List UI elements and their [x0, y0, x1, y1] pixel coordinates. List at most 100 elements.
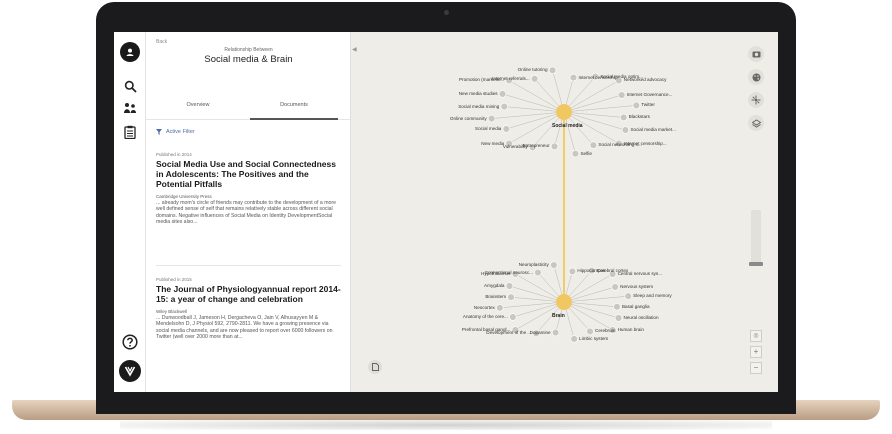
relationship-title: Social media & Brain	[204, 54, 293, 65]
graph-node[interactable]	[571, 149, 580, 158]
graph-node[interactable]	[614, 314, 623, 322]
user-icon[interactable]	[120, 42, 140, 62]
graph-node-label[interactable]: Online community	[450, 116, 487, 121]
graph-node[interactable]	[550, 261, 558, 269]
tab-overview[interactable]: Overview	[148, 102, 248, 108]
graph-node[interactable]	[548, 66, 557, 75]
layers-icon[interactable]	[748, 115, 764, 131]
tab-documents[interactable]: Documents	[244, 102, 344, 108]
relationship-graph[interactable]: Entrepreneur Vulnerability New media Social…	[354, 32, 778, 392]
graph-node-label[interactable]: Cerebrum	[595, 328, 615, 333]
graph-node-label[interactable]: Social media market...	[630, 127, 675, 132]
graph-node-label[interactable]: Basal ganglia	[622, 304, 650, 309]
graph-edge	[563, 80, 619, 113]
graph-node[interactable]	[620, 113, 628, 122]
graph-node-label[interactable]: Social media	[475, 126, 501, 131]
graph-node-label[interactable]: Neocortex	[474, 305, 495, 310]
graph-node-label[interactable]: New media studies	[459, 91, 498, 96]
graph-node-label[interactable]: Prefrontal basal gangl...	[462, 327, 511, 332]
graph-node[interactable]	[487, 114, 496, 123]
graph-node-label[interactable]: Central nervous sys...	[618, 271, 662, 276]
graph-node-label[interactable]: Nervous system	[620, 284, 653, 289]
graph-node[interactable]	[568, 267, 577, 276]
graph-node[interactable]	[509, 313, 517, 321]
graph-node-label[interactable]: New media	[481, 141, 504, 146]
laptop-shadow	[120, 420, 772, 430]
people-icon[interactable]	[120, 98, 140, 118]
graph-node-label[interactable]: Blackstars	[629, 114, 650, 119]
graph-node-label[interactable]: Social media mining	[458, 104, 499, 109]
graph-node[interactable]	[530, 75, 539, 83]
zoom-in-button[interactable]: +	[750, 346, 762, 358]
graph-node-label[interactable]: Connectional neurosc...	[485, 270, 533, 275]
back-link[interactable]: Back	[156, 39, 167, 45]
graph-node[interactable]	[624, 292, 632, 300]
hub-node-social-media[interactable]	[556, 104, 572, 120]
document-card[interactable]: Published in 2015 The Journal of Physiol…	[156, 277, 341, 341]
graph-node[interactable]	[498, 90, 507, 98]
graph-node[interactable]	[550, 142, 559, 151]
graph-node[interactable]	[502, 125, 511, 133]
icon-rail	[114, 32, 146, 392]
zoom-slider[interactable]	[751, 210, 761, 264]
graph-node-label[interactable]: Twitter	[641, 102, 655, 107]
graph-node[interactable]	[534, 268, 542, 277]
zoom-out-button[interactable]: −	[750, 362, 762, 374]
graph-edge	[563, 273, 613, 303]
graph-node-label[interactable]: Anatomy of the cere...	[463, 314, 508, 319]
app-screen: Back Relationship Between Social media &…	[114, 32, 778, 392]
graph-node-label[interactable]: Amygdala	[484, 283, 504, 288]
graph-node[interactable]	[569, 73, 578, 82]
relationship-caption: Relationship Between	[224, 47, 273, 53]
logo-icon[interactable]	[119, 360, 141, 382]
document-title[interactable]: Social Media Use and Social Connectednes…	[156, 159, 341, 189]
help-icon[interactable]	[120, 332, 140, 352]
graph-node-label[interactable]: Sleep and memory	[633, 293, 672, 298]
graph-node-label[interactable]: Limbic system	[579, 336, 608, 341]
graph-node-label[interactable]: Online tutoring	[518, 67, 548, 72]
publisher: Wiley Blackwell	[156, 309, 188, 314]
graph-node-label[interactable]: Brainstem	[485, 294, 506, 299]
graph-node[interactable]	[507, 293, 515, 301]
graph-node[interactable]	[586, 327, 594, 336]
hub-label-brain[interactable]: Brain	[552, 313, 565, 319]
graph-node[interactable]	[496, 304, 504, 312]
document-icon[interactable]	[368, 360, 382, 374]
zoom-slider-handle[interactable]	[749, 262, 763, 266]
graph-node-label[interactable]: Social networking s...	[598, 142, 641, 147]
search-icon[interactable]	[120, 76, 140, 96]
graph-node-label[interactable]: Neuroplasticity	[519, 262, 549, 267]
graph-node[interactable]	[500, 102, 508, 111]
camera-icon[interactable]	[748, 46, 764, 62]
graph-node[interactable]	[611, 283, 619, 291]
graph-node-label[interactable]: Networked advocacy	[624, 77, 667, 82]
hub-node-brain[interactable]	[556, 294, 572, 310]
graph-node[interactable]	[570, 335, 578, 343]
graph-node[interactable]	[632, 101, 641, 110]
graph-node-label[interactable]: Internet Governance...	[627, 92, 673, 97]
graph-node-label[interactable]: Internet referrals...	[492, 76, 530, 81]
graph-node[interactable]	[621, 126, 630, 134]
graph-node-label[interactable]: Selfie	[580, 151, 592, 156]
graph-node[interactable]	[617, 91, 626, 99]
active-filter[interactable]: Active Filter	[156, 129, 195, 135]
document-card[interactable]: Published in 2014 Social Media Use and S…	[156, 152, 341, 226]
graph-node-label[interactable]: Dopamine	[530, 330, 551, 335]
fit-icon[interactable]: ◎	[750, 330, 762, 342]
graph-node-label[interactable]: Vulnerability	[503, 144, 528, 149]
document-title[interactable]: The Journal of Physiologyannual report 2…	[156, 284, 341, 304]
layout-icon[interactable]	[748, 92, 764, 108]
graph-node-label[interactable]: Human brain	[618, 327, 644, 332]
published-date: Published in 2015	[156, 277, 192, 282]
graph-node[interactable]	[551, 328, 560, 337]
graph-node[interactable]	[505, 282, 514, 290]
palette-icon[interactable]	[748, 69, 764, 85]
graph-node[interactable]	[589, 141, 598, 149]
document-excerpt: ... Dunwoodball J, Jameson H, Dergacheva…	[156, 315, 333, 341]
clipboard-icon[interactable]	[120, 122, 140, 142]
hub-label-social-media[interactable]: Social media	[552, 123, 583, 129]
graph-node[interactable]	[613, 303, 621, 311]
publisher: Cambridge University Press	[156, 194, 212, 199]
graph-node-label[interactable]: Neural oscillation	[624, 315, 659, 320]
stage: Back Relationship Between Social media &…	[0, 0, 892, 434]
